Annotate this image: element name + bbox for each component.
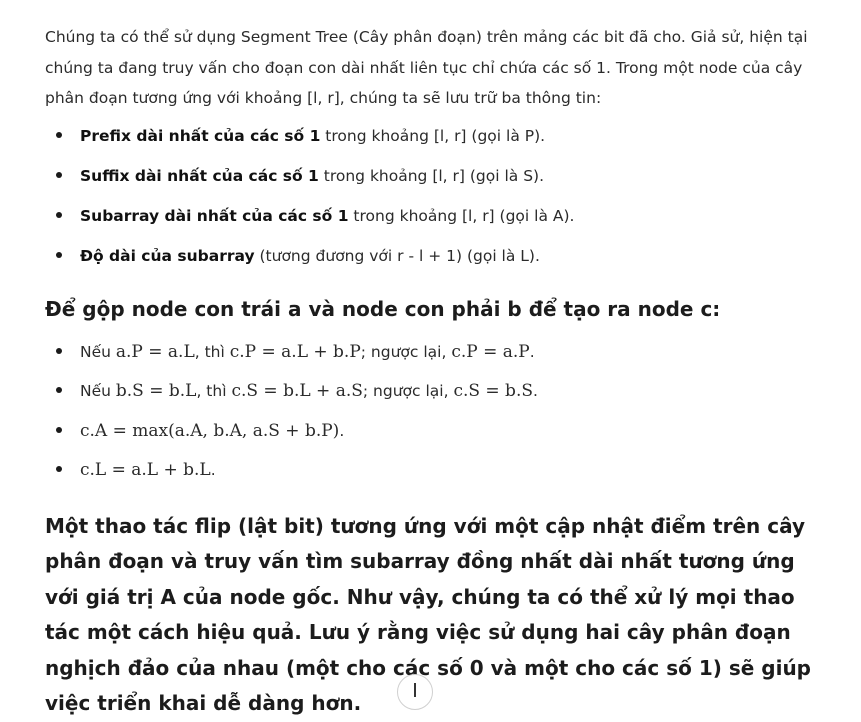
list-item: Suffix dài nhất của các số 1 trong khoản… [45, 162, 835, 202]
bullet-icon [56, 466, 62, 472]
rule-text: ; ngược lại, [360, 342, 452, 361]
intro-paragraph: Chúng ta có thể sử dụng Segment Tree (Câ… [45, 28, 808, 107]
list-item: Subarray dài nhất của các số 1 trong kho… [45, 202, 835, 242]
merge-heading: Để gộp node con trái a và node con phải … [45, 296, 721, 321]
bullet-icon [56, 251, 62, 258]
property-desc: (tương đương với r - l + 1) (gọi là L). [254, 246, 540, 265]
rule-text: . [339, 421, 345, 440]
list-item: c.L = a.L + b.L. [45, 456, 835, 496]
properties-list: Prefix dài nhất của các số 1 trong khoản… [45, 122, 835, 282]
arrow-down-icon [414, 683, 416, 697]
list-item: Prefix dài nhất của các số 1 trong khoản… [45, 122, 835, 162]
property-desc: trong khoảng [l, r] (gọi là A). [348, 206, 575, 225]
property-name: Suffix dài nhất của các số 1 [80, 166, 319, 185]
math-formula: c.P = a.P [451, 341, 530, 362]
list-item: Nếu a.P = a.L, thì c.P = a.L + b.P; ngượ… [45, 338, 835, 378]
rule-text: ; ngược lại, [362, 382, 454, 400]
property-name: Subarray dài nhất của các số 1 [80, 206, 349, 225]
conclusion-strong: A [160, 584, 176, 609]
math-formula: c.L = a.L + b.L [80, 460, 211, 480]
rule-text: . [533, 382, 538, 400]
scroll-to-bottom-button[interactable] [397, 674, 433, 710]
rule-text: . [210, 461, 216, 479]
math-formula: c.A = max(a.A, b.A, a.S + b.P) [80, 420, 340, 441]
bullet-icon [56, 426, 62, 433]
list-item: c.A = max(a.A, b.A, a.S + b.P). [45, 417, 835, 457]
property-desc: trong khoảng [l, r] (gọi là S). [318, 166, 545, 185]
property-desc: trong khoảng [l, r] (gọi là P). [320, 126, 546, 145]
bullet-icon [56, 347, 62, 354]
math-formula: a.P = a.L [115, 341, 195, 362]
list-item: Độ dài của subarray (tương đương với r -… [45, 242, 835, 282]
math-formula: c.P = a.L + b.P [229, 341, 361, 362]
rule-text: , thì [196, 382, 232, 400]
rule-text: . [529, 342, 535, 361]
math-formula: c.S = b.L + a.S [231, 381, 363, 401]
rule-text: , thì [194, 342, 230, 361]
property-name: Độ dài của subarray [80, 246, 255, 265]
property-name: Prefix dài nhất của các số 1 [80, 126, 321, 145]
merge-rules-list: Nếu a.P = a.L, thì c.P = a.L + b.P; ngượ… [45, 338, 835, 496]
bullet-icon [56, 171, 62, 178]
list-item: Nếu b.S = b.L, thì c.S = b.L + a.S; ngượ… [45, 377, 835, 417]
math-formula: b.S = b.L [115, 381, 197, 401]
bullet-icon [56, 387, 62, 393]
rule-text: Nếu [80, 382, 116, 400]
math-formula: c.S = b.S [453, 381, 533, 401]
message-content: Chúng ta có thể sử dụng Segment Tree (Câ… [45, 22, 835, 722]
rule-text: Nếu [80, 342, 116, 361]
bullet-icon [56, 131, 62, 138]
bullet-icon [56, 211, 62, 218]
